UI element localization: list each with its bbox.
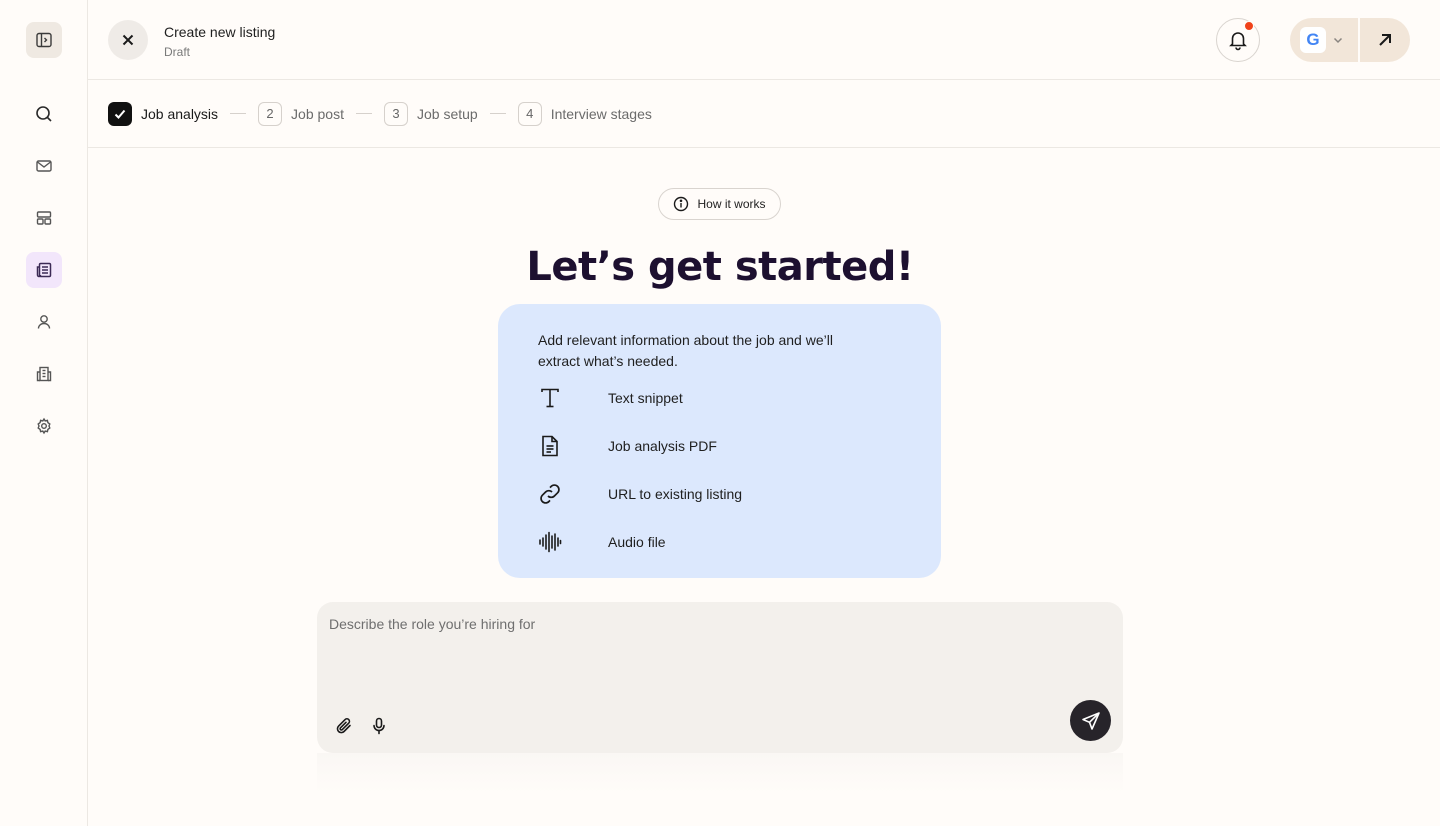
info-intro-text: Add relevant information about the job a… <box>538 332 833 369</box>
sidebar <box>0 0 88 826</box>
step-separator <box>230 113 247 114</box>
main-heading: Let’s get started! <box>526 244 914 290</box>
arrow-up-right-icon <box>1379 34 1391 46</box>
role-composer <box>317 602 1123 753</box>
attach-file-button[interactable] <box>333 715 355 737</box>
option-label: Audio file <box>608 534 666 550</box>
bell-icon <box>1229 32 1247 51</box>
option-audio-file: Audio file <box>538 530 666 554</box>
document-icon <box>542 435 558 457</box>
link-icon <box>540 484 560 504</box>
step-label: Interview stages <box>550 105 652 122</box>
step-job-post[interactable]: 2 Job post <box>258 101 344 126</box>
sidebar-item-candidates[interactable] <box>26 304 62 340</box>
close-icon <box>122 34 134 46</box>
mail-icon <box>36 160 52 172</box>
step-interview-stages[interactable]: 4 Interview stages <box>517 101 652 126</box>
chevron-down-icon <box>1333 37 1343 44</box>
option-label: Job analysis PDF <box>608 438 717 454</box>
paperclip-icon <box>336 718 351 734</box>
option-text-snippet: Text snippet <box>538 386 683 410</box>
role-description-input[interactable] <box>317 602 1123 692</box>
audio-wave-icon <box>539 531 562 553</box>
option-label: URL to existing listing <box>608 486 743 502</box>
sidebar-item-settings[interactable] <box>26 408 62 444</box>
page-status: Draft <box>164 45 191 59</box>
page-title: Create new listing <box>164 24 276 40</box>
listing-stepper: Job analysis 2 Job post 3 Job setup 4 In… <box>88 80 1440 148</box>
google-logo-icon: G <box>1300 27 1326 53</box>
option-job-analysis-pdf: Job analysis PDF <box>538 434 717 458</box>
sidebar-panel-icon <box>36 32 52 48</box>
step-number: 3 <box>383 101 408 126</box>
layout-icon <box>36 211 52 225</box>
check-icon <box>114 109 126 119</box>
sidebar-item-layout[interactable] <box>26 200 62 236</box>
step-number: 4 <box>517 101 542 126</box>
user-icon <box>37 315 51 329</box>
option-url-listing: URL to existing listing <box>538 482 742 506</box>
close-button[interactable] <box>108 20 148 60</box>
notifications-button[interactable] <box>1216 18 1260 62</box>
input-options-card: Add relevant information about the job a… <box>498 304 941 578</box>
step-number: 2 <box>258 101 283 126</box>
sidebar-toggle-button[interactable] <box>26 22 62 58</box>
how-it-works-label: How it works <box>697 197 766 211</box>
option-label: Text snippet <box>608 390 683 406</box>
text-icon <box>541 388 559 408</box>
sidebar-item-mail[interactable] <box>26 148 62 184</box>
step-separator <box>489 113 506 114</box>
record-audio-button[interactable] <box>369 715 389 737</box>
top-header: Create new listing Draft G <box>88 0 1440 80</box>
step-job-analysis[interactable]: Job analysis <box>108 101 219 126</box>
composer-fade <box>317 753 1123 793</box>
send-icon <box>1081 711 1100 730</box>
step-label: Job analysis <box>141 105 219 122</box>
gear-icon <box>37 417 51 435</box>
search-icon <box>36 106 52 122</box>
step-separator <box>355 113 372 114</box>
sidebar-item-company[interactable] <box>26 356 62 392</box>
info-icon <box>674 196 689 212</box>
account-switcher-button[interactable]: G <box>1290 18 1358 62</box>
building-icon <box>36 366 52 382</box>
microphone-icon <box>373 717 385 735</box>
how-it-works-button[interactable]: How it works <box>658 188 781 220</box>
step-label: Job setup <box>416 105 478 122</box>
notification-badge <box>1244 21 1254 31</box>
send-button[interactable] <box>1070 700 1111 741</box>
sidebar-item-search[interactable] <box>26 96 62 132</box>
app-root: Create new listing Draft G Job analysis … <box>0 0 1440 826</box>
step-label: Job post <box>291 105 344 122</box>
step-job-setup[interactable]: 3 Job setup <box>383 101 478 126</box>
step-complete-indicator <box>108 101 132 126</box>
open-external-button[interactable] <box>1360 18 1410 62</box>
